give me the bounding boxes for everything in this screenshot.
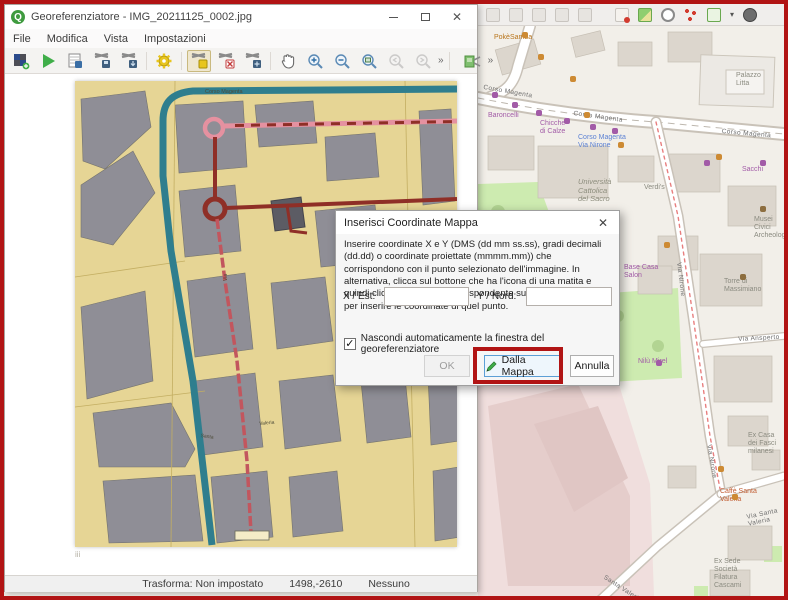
georeferencer-toolbar: » »: [5, 48, 477, 74]
status-coords: 1498,-2610: [289, 578, 342, 590]
label-tool-icon[interactable]: [486, 8, 500, 22]
scan-page-mark: iii: [75, 550, 80, 559]
y-north-input[interactable]: [526, 287, 612, 306]
ok-button[interactable]: OK: [424, 355, 470, 377]
title-bar[interactable]: Q Georeferenziatore - IMG_20211125_0002.…: [5, 5, 477, 29]
label-tool-icon[interactable]: [509, 8, 523, 22]
y-north-label: Y / Nord:: [477, 291, 516, 302]
x-east-label: X / Est:: [343, 291, 375, 302]
status-bar: Trasforma: Non impostato 1498,-2610 Ness…: [5, 575, 477, 592]
load-gcp-points-icon[interactable]: [117, 50, 141, 72]
label-tool-icon[interactable]: [532, 8, 546, 22]
move-point-icon[interactable]: [241, 50, 265, 72]
select-polygon-icon[interactable]: [707, 8, 721, 22]
minimize-button[interactable]: [379, 7, 407, 27]
checkbox-checked-icon[interactable]: ✓: [344, 338, 356, 350]
dropdown-caret-icon[interactable]: ▾: [730, 10, 734, 19]
transformation-settings-icon[interactable]: [152, 50, 176, 72]
zoom-out-icon[interactable]: [330, 50, 354, 72]
toolbar-overflow-icon-2[interactable]: »: [488, 55, 494, 66]
menu-vista[interactable]: Vista: [104, 33, 128, 45]
link-georeferencer-to-qgis-icon[interactable]: [461, 50, 485, 72]
dialog-close-icon[interactable]: ✕: [595, 216, 611, 230]
toolbar-overflow-icon[interactable]: »: [438, 55, 444, 66]
qgis-main-toolbar: ▾: [478, 4, 784, 26]
maximize-button[interactable]: [411, 7, 439, 27]
zoom-selection-icon[interactable]: [661, 8, 675, 22]
zoom-in-icon[interactable]: [303, 50, 327, 72]
map-view-icon[interactable]: [615, 8, 629, 22]
add-point-icon[interactable]: [187, 50, 211, 72]
pan-icon[interactable]: [276, 50, 300, 72]
web-globe-icon[interactable]: [743, 8, 757, 22]
dialog-title-bar[interactable]: Inserisci Coordinate Mappa ✕: [336, 211, 619, 234]
window-controls: ✕: [379, 7, 471, 27]
new-map-view-icon[interactable]: [638, 8, 652, 22]
open-raster-icon[interactable]: [9, 50, 33, 72]
zoom-last-icon[interactable]: [384, 50, 408, 72]
x-east-input[interactable]: [384, 287, 469, 306]
delete-point-icon[interactable]: [214, 50, 238, 72]
menu-file[interactable]: File: [13, 33, 31, 45]
coordinate-fields: X / Est: Y / Nord:: [336, 287, 619, 307]
menu-modifica[interactable]: Modifica: [47, 33, 88, 45]
annotation-highlight-box: [473, 347, 563, 384]
status-rotation: Nessuno: [368, 578, 409, 590]
screenshot-root: ▾: [0, 0, 788, 600]
status-transform: Trasforma: Non impostato: [142, 578, 263, 590]
menu-bar: File Modifica Vista Impostazioni: [5, 29, 477, 48]
dialog-title: Inserisci Coordinate Mappa: [344, 217, 478, 229]
zoom-to-layer-icon[interactable]: [357, 50, 381, 72]
close-button[interactable]: ✕: [443, 7, 471, 27]
gcp-table-icon[interactable]: [63, 50, 87, 72]
qgis-logo-icon: Q: [11, 10, 25, 24]
label-tool-icon[interactable]: [578, 8, 592, 22]
menu-impostazioni[interactable]: Impostazioni: [144, 33, 206, 45]
save-gcp-points-icon[interactable]: [90, 50, 114, 72]
window-title: Georeferenziatore - IMG_20211125_0002.jp…: [31, 11, 252, 23]
label-tool-icon[interactable]: [555, 8, 569, 22]
start-georeferencing-icon[interactable]: [36, 50, 60, 72]
cancel-button[interactable]: Annulla: [570, 355, 614, 377]
zoom-next-icon[interactable]: [411, 50, 435, 72]
processing-points-icon[interactable]: [684, 8, 698, 22]
